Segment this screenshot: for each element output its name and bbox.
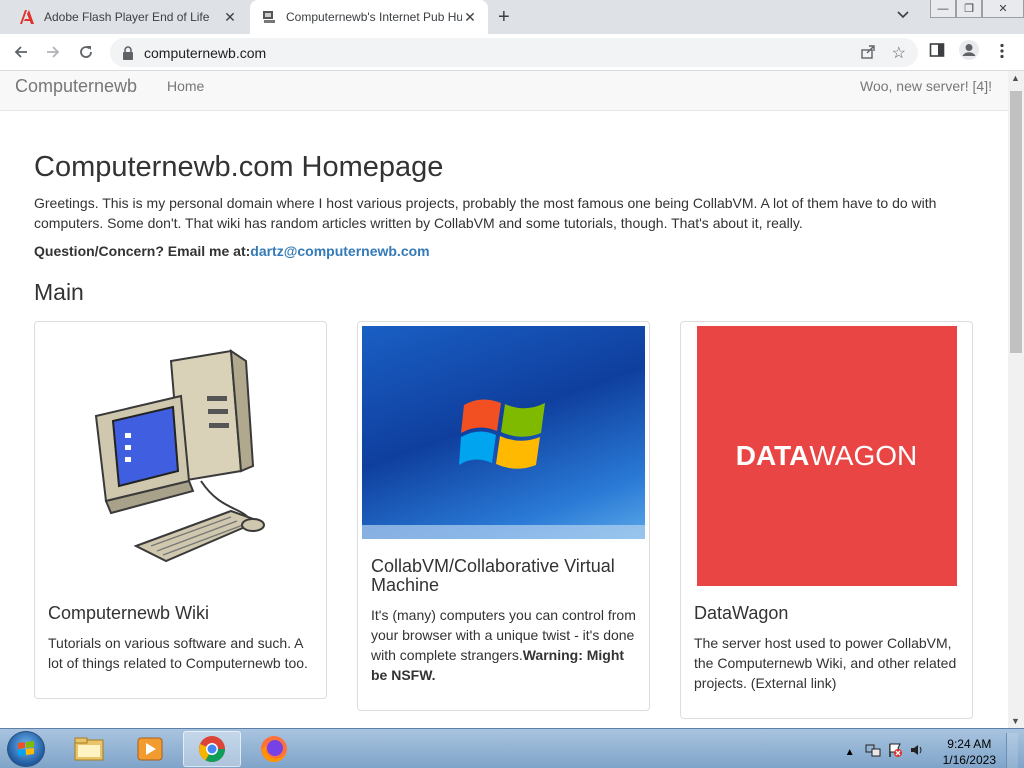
page-title: Computernewb.com Homepage (34, 151, 444, 183)
card-description: It's (many) computers you can control fr… (371, 605, 636, 685)
logo-light-text: WAGON (809, 440, 918, 471)
scrollbar-thumb[interactable] (1010, 91, 1022, 353)
reload-icon[interactable] (74, 40, 98, 64)
scroll-up-arrow-icon[interactable]: ▲ (1011, 73, 1020, 83)
lock-icon (123, 45, 133, 60)
tab-computernewb[interactable]: Computernewb's Internet Pub Hub ✕ (250, 0, 488, 34)
windows7-screenshot-image (362, 326, 645, 539)
chrome-taskbar-icon[interactable] (183, 731, 241, 767)
site-brand[interactable]: Computernewb (15, 76, 137, 97)
card-wiki[interactable]: Computernewb Wiki Tutorials on various s… (34, 321, 327, 699)
show-desktop-button[interactable] (1006, 733, 1018, 768)
card-description: The server host used to power CollabVM, … (694, 635, 957, 691)
page-viewport: Computernewb Home Woo, new server! [4]! … (0, 71, 1008, 728)
card-description: Tutorials on various software and such. … (48, 635, 308, 671)
menu-kebab-icon[interactable] (999, 43, 1005, 64)
card-datawagon[interactable]: DATA WAGON DataWagon The server host used… (680, 321, 973, 719)
address-bar[interactable]: computernewb.com ☆ (110, 38, 918, 67)
nav-announcement-link[interactable]: Woo, new server! [4]! (860, 78, 992, 94)
site-navbar: Computernewb Home Woo, new server! [4]! (0, 71, 1008, 111)
nav-home-link[interactable]: Home (167, 78, 204, 94)
tab-adobe-flash[interactable]: Adobe Flash Player End of Life ✕ (8, 0, 248, 34)
tab-title: Computernewb's Internet Pub Hub (286, 10, 462, 24)
show-hidden-icons-icon[interactable]: ▲ (845, 747, 855, 758)
section-heading: Main (34, 279, 84, 305)
url-text: computernewb.com (144, 44, 267, 61)
restore-icon[interactable]: ❐ (956, 0, 982, 18)
start-button-icon[interactable] (7, 731, 45, 767)
datawagon-logo-box: DATA WAGON (696, 326, 957, 586)
card-title[interactable]: CollabVM/Collaborative Virtual Machine (371, 557, 636, 595)
profile-avatar-icon[interactable] (958, 39, 980, 66)
bookmark-star-icon[interactable]: ☆ (892, 43, 906, 63)
scroll-down-arrow-icon[interactable]: ▼ (1011, 716, 1020, 726)
system-clock[interactable]: 9:24 AM 1/16/2023 (943, 736, 996, 768)
minimize-icon[interactable]: — (930, 0, 956, 18)
vertical-scrollbar[interactable]: ▲ ▼ (1008, 71, 1024, 728)
window-controls: — ❐ ✕ (930, 0, 1024, 18)
datawagon-logo: DATA WAGON (685, 326, 968, 586)
tab-title: Adobe Flash Player End of Life (44, 10, 210, 24)
network-icon[interactable] (865, 742, 881, 763)
email-link[interactable]: dartz@computernewb.com (250, 243, 429, 259)
back-arrow-icon[interactable] (9, 40, 33, 64)
share-icon[interactable] (860, 44, 876, 63)
clock-date: 1/16/2023 (942, 753, 996, 767)
contact-line: Question/Concern? Email me at:dartz@comp… (34, 243, 974, 259)
media-player-taskbar-icon[interactable] (121, 731, 179, 767)
forward-arrow-icon[interactable] (41, 40, 65, 64)
card-collabvm[interactable]: CollabVM/Collaborative Virtual Machine I… (357, 321, 650, 711)
card-title[interactable]: Computernewb Wiki (48, 604, 313, 623)
browser-toolbar: computernewb.com ☆ (0, 34, 1024, 71)
explorer-taskbar-icon[interactable] (60, 731, 118, 767)
tab-search-chevron-icon[interactable] (897, 8, 909, 22)
intro-paragraph: Greetings. This is my personal domain wh… (34, 195, 937, 231)
computernewb-favicon-icon (260, 8, 278, 26)
clock-time: 9:24 AM (947, 737, 992, 751)
tab-close-icon[interactable]: ✕ (222, 9, 238, 26)
logo-bold-text: DATA (735, 440, 810, 471)
main-content: Computernewb.com Homepage Greetings. Thi… (34, 111, 974, 306)
action-center-flag-icon[interactable] (887, 742, 903, 763)
volume-icon[interactable] (909, 742, 925, 763)
new-tab-icon[interactable]: + (498, 6, 510, 29)
side-panel-icon[interactable] (929, 42, 945, 63)
computer-illustration-icon (39, 326, 322, 586)
windows-logo-icon (458, 398, 545, 469)
win7-taskbar-strip (362, 525, 645, 539)
contact-label: Question/Concern? Email me at: (34, 243, 251, 259)
firefox-taskbar-icon[interactable] (245, 731, 303, 767)
adobe-icon (18, 8, 36, 26)
card-title[interactable]: DataWagon (694, 604, 959, 623)
tab-strip: Adobe Flash Player End of Life ✕ Compute… (0, 0, 1024, 34)
tab-close-icon[interactable]: ✕ (462, 9, 478, 26)
system-tray: ▲ 9:24 AM 1/16/2023 (845, 733, 1018, 768)
windows-taskbar: ▲ 9:24 AM 1/16/2023 (0, 728, 1024, 768)
window-close-icon[interactable]: ✕ (982, 0, 1024, 18)
